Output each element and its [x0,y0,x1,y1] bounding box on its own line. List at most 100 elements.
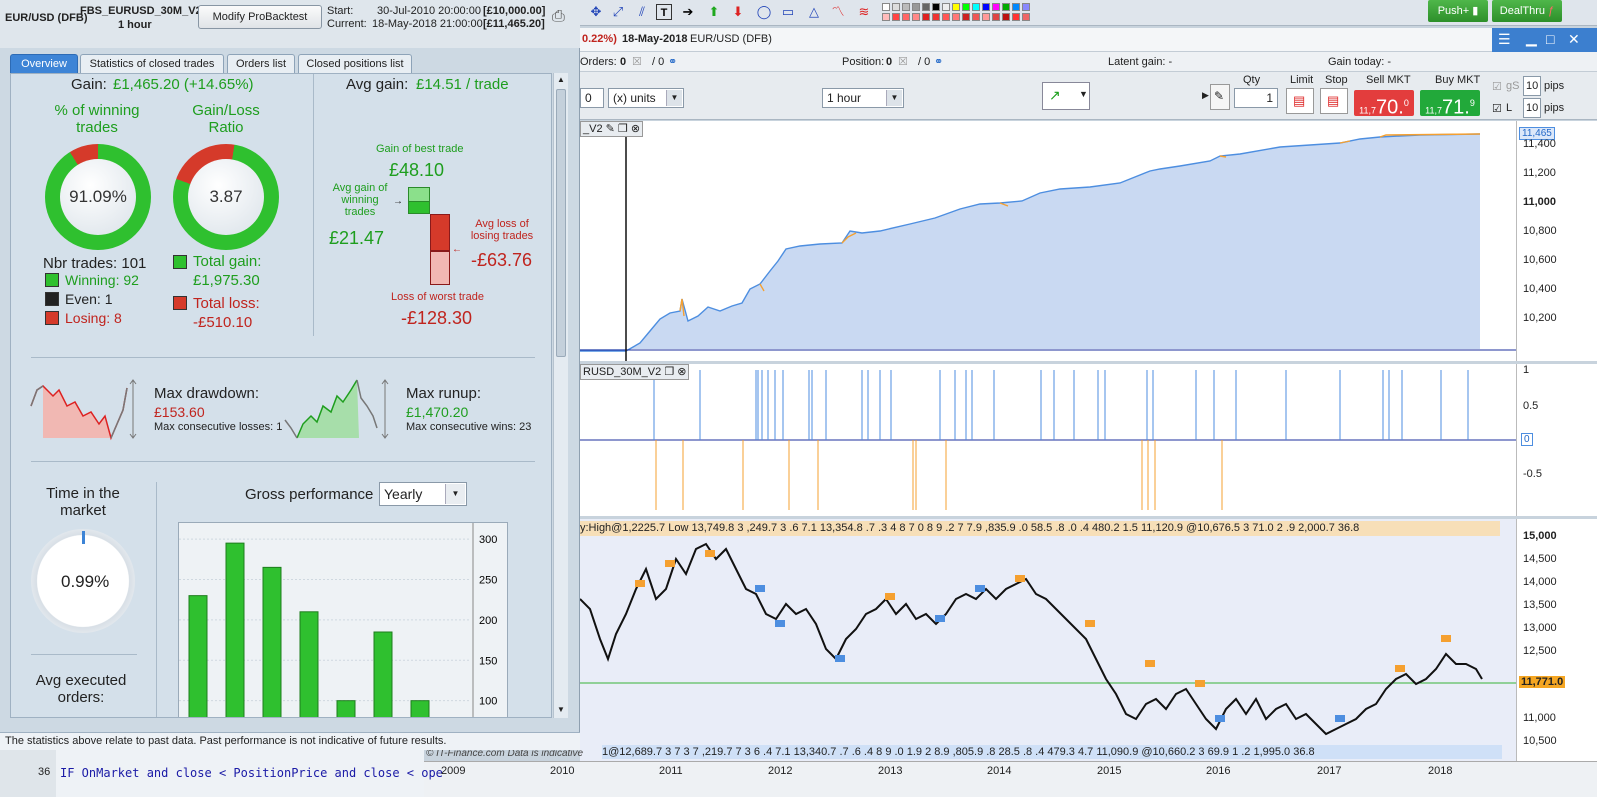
orders-cancel-icon[interactable]: ☒ [632,55,642,68]
equity-y-axis: 11,465 11,400 11,200 11,000 10,800 10,60… [1516,121,1597,361]
positions-panel: RUSD_30M_V2 ❐ ⊗ [580,364,1516,516]
gross-perf-ytick: 100 [479,696,497,708]
buy-mkt-button[interactable]: 11,771.9 [1420,90,1480,119]
sell-mkt-button[interactable]: 11,770.0 [1354,90,1414,119]
trade-marker [1395,665,1405,672]
pips-input-1[interactable]: 10 [1523,76,1541,96]
tab-statistics[interactable]: Statistics of closed trades [80,54,224,74]
pips-input-2[interactable]: 10 [1523,98,1541,118]
positions-panel-title[interactable]: RUSD_30M_V2 ❐ ⊗ [580,364,690,380]
gain-loss-ratio-value: 3.87 [188,159,264,235]
triangle-icon[interactable]: △ [806,4,822,20]
vertical-scrollbar[interactable]: ▲ ▼ [553,73,568,718]
text-tool-icon[interactable]: T [656,4,672,20]
avg-win-label: Avg gain of winning trades [332,182,388,218]
ellipse-icon[interactable]: ◯ [756,4,772,20]
price-ytick: 14,000 [1523,576,1557,588]
tab-closed-positions[interactable]: Closed positions list [298,54,412,74]
current-date: 18-May-2018 [622,33,688,45]
equity-curve-chart [580,121,1516,361]
sell-price-small: 11,7 [1359,105,1377,116]
trade-marker [1015,575,1025,582]
close-panel-icon[interactable]: ⊗ [677,366,686,378]
units-select[interactable]: (x) units ▼ [608,88,684,108]
equity-ytick: 10,400 [1523,283,1557,295]
units-select-label: (x) units [613,91,656,105]
total-loss-swatch [173,296,187,310]
channel-icon[interactable]: ⫽ [634,4,650,20]
tool-cursor-icon[interactable]: ✥ [588,4,604,20]
settings-wrench-icon[interactable]: ✎ [1210,84,1230,110]
qty-value: 1 [1266,91,1273,105]
wave-icon[interactable]: 〽 [830,4,846,20]
gross-perf-bar-2010[interactable] [188,595,208,718]
arrow-right-icon[interactable]: ➔ [680,4,696,20]
limit-order-button[interactable]: ▤ [1286,88,1314,114]
dealthru-button[interactable]: DealThru ƒ [1492,0,1562,22]
units-value: 0 [585,91,592,105]
gain-loss-ratio-title: Gain/Loss Ratio [192,102,260,136]
arrow-down-icon[interactable]: ⬇ [730,4,746,20]
trade-marker [935,615,945,622]
qty-input[interactable]: 1 [1234,88,1278,108]
wrench-icon[interactable]: ✎ [606,123,615,135]
close-panel-icon[interactable]: ⊗ [631,123,640,135]
avg-gain-label: Avg gain: [346,76,409,93]
avg-loss-bar [430,214,450,251]
timeframe-select[interactable]: 1 hour ▼ [822,88,904,108]
total-loss-value: -£510.10 [193,314,253,331]
window-icon[interactable]: ❐ [618,123,628,135]
trend-line-icon[interactable]: ⤢ [610,4,626,20]
maximize-icon[interactable]: □ [1546,31,1554,47]
tab-overview[interactable]: Overview [10,54,78,74]
gross-perf-bar-2013[interactable] [299,611,319,718]
buy-mkt-label: Buy MKT [1435,74,1481,86]
chevron-down-icon: ▼ [1079,89,1088,99]
modify-probacktest-button[interactable]: Modify ProBacktest [198,5,322,29]
best-trade-value: £48.10 [389,160,445,180]
position-link-icon[interactable]: ⚭ [934,55,943,68]
arrow-up-icon[interactable]: ⬆ [706,4,722,20]
scroll-up-icon[interactable]: ▲ [557,75,565,84]
max-consec-losses: Max consecutive losses: 1 [154,421,283,433]
equity-ytick: 10,800 [1523,225,1557,237]
gross-perf-bar-2012[interactable] [262,566,282,718]
max-drawdown-label: Max drawdown: [154,385,260,402]
gain-label: Gain: [71,76,107,93]
rectangle-icon[interactable]: ▭ [780,4,796,20]
buy-price-sup: 9 [1469,98,1475,108]
units-stepper[interactable]: 0 [580,88,604,108]
gs-checkbox[interactable]: ☑ [1492,80,1502,93]
collapse-arrow-icon[interactable]: ▶ [1202,90,1209,101]
period-select[interactable]: Yearly ▼ [379,482,467,506]
gross-perf-bar-2016[interactable] [410,700,430,718]
close-icon[interactable]: ✕ [1568,31,1580,48]
instrument-info-bar: 0.22%) 18-May-2018 EUR/USD (DFB) [580,28,1597,52]
system-timeframe: 1 hour [118,19,152,31]
minimize-icon[interactable]: ▁ [1526,30,1537,47]
gross-perf-bar-2011[interactable] [225,542,245,718]
orders-link-icon[interactable]: ⚭ [668,55,677,68]
position-cancel-icon[interactable]: ☒ [898,55,908,68]
pips-value-2: 10 [1526,102,1539,114]
scroll-down-icon[interactable]: ▼ [557,705,565,714]
avg-win-value: £21.47 [329,228,385,248]
stop-order-button[interactable]: ▤ [1320,88,1348,114]
l-checkbox[interactable]: ☑ [1492,102,1502,115]
tab-orders-list[interactable]: Orders list [227,54,295,74]
chart-type-button[interactable]: ↗ ▼ [1042,82,1090,110]
window-list-icon[interactable]: ☰ [1498,31,1511,48]
equity-panel-title[interactable]: _V2 ✎ ❐ ⊗ [580,121,644,137]
section-divider [31,654,137,655]
gross-perf-bar-2015[interactable] [373,631,393,718]
print-icon[interactable]: ⎙ [552,8,565,26]
code-line[interactable]: IF OnMarket and close < PositionPrice an… [60,766,443,780]
window-icon[interactable]: ❐ [664,366,674,378]
trade-marker [635,580,645,587]
scroll-thumb[interactable] [556,89,566,357]
gross-perf-bar-2014[interactable] [336,700,356,718]
gross-perf-ytick: 150 [479,655,497,667]
fibonacci-icon[interactable]: ≋ [856,4,872,20]
total-loss-label: Total loss: [193,295,260,312]
push-button[interactable]: Push+ ▮ [1428,0,1488,22]
